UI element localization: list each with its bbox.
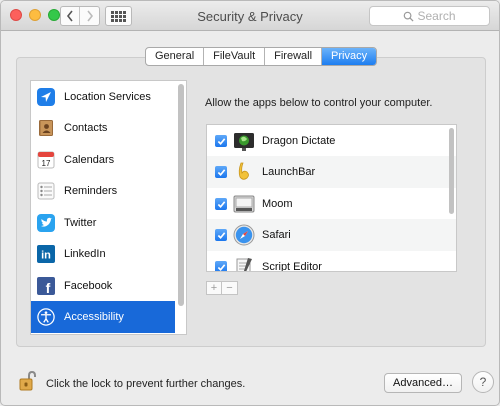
sidebar-item-twitter[interactable]: Twitter <box>31 207 175 239</box>
app-name: Script Editor <box>262 261 322 272</box>
app-checkbox[interactable] <box>215 135 227 147</box>
checkmark-icon <box>217 200 225 208</box>
app-row-moom[interactable]: Moom <box>207 188 456 220</box>
accessibility-icon <box>37 308 55 326</box>
tab-firewall[interactable]: Firewall <box>265 48 323 65</box>
app-name: Moom <box>262 198 293 210</box>
accessibility-prompt: Allow the apps below to control your com… <box>205 97 433 109</box>
search-field[interactable]: Search <box>369 6 490 26</box>
sidebar-item-accessibility[interactable]: Accessibility <box>31 301 175 333</box>
app-list: Dragon Dictate LaunchBar Moom Safari Scr… <box>206 124 457 272</box>
sidebar-item-label: LinkedIn <box>64 248 106 260</box>
twitter-bird-icon <box>37 214 55 232</box>
app-checkbox[interactable] <box>215 198 227 210</box>
search-icon <box>404 11 415 22</box>
app-name: LaunchBar <box>262 166 316 178</box>
sidebar-item-label: Calendars <box>64 154 115 166</box>
sidebar-item-reminders[interactable]: Reminders <box>31 175 175 207</box>
lock-instruction: Click the lock to prevent further change… <box>46 378 246 390</box>
sidebar-item-facebook[interactable]: f Facebook <box>31 270 175 302</box>
app-row-launchbar[interactable]: LaunchBar <box>207 156 456 188</box>
sidebar-item-calendars[interactable]: 17 Calendars <box>31 144 175 176</box>
sidebar-item-label: Accessibility <box>64 311 124 323</box>
privacy-category-list: Location Services Contacts 17 Calendars … <box>30 80 187 335</box>
checkmark-icon <box>217 137 225 145</box>
svg-text:in: in <box>41 250 51 262</box>
app-name: Dragon Dictate <box>262 135 336 147</box>
add-remove-control: + − <box>206 281 238 295</box>
tab-general[interactable]: General <box>146 48 205 65</box>
safari-compass-icon <box>233 224 255 246</box>
help-button[interactable]: ? <box>472 371 494 393</box>
sidebar-item-label: Contacts <box>64 122 108 134</box>
app-checkbox[interactable] <box>215 166 227 178</box>
sidebar-item-label: Reminders <box>64 185 118 197</box>
app-checkbox[interactable] <box>215 261 227 271</box>
title-bar: Security & Privacy Search <box>1 1 499 31</box>
checkmark-icon <box>217 168 225 176</box>
tab-bar: General FileVault Firewall Privacy <box>145 47 378 66</box>
reminders-list-icon <box>37 182 55 200</box>
svg-text:f: f <box>46 280 51 295</box>
calendar-icon: 17 <box>37 151 55 169</box>
facebook-icon: f <box>37 277 55 295</box>
app-row-dragon-dictate[interactable]: Dragon Dictate <box>207 125 456 157</box>
advanced-button[interactable]: Advanced… <box>384 373 462 393</box>
checkmark-icon <box>217 263 225 271</box>
launchbar-icon <box>233 161 255 183</box>
sidebar-item-label: Location Services <box>64 91 151 103</box>
sidebar-item-contacts[interactable]: Contacts <box>31 112 175 144</box>
sidebar-item-label: Twitter <box>64 217 97 229</box>
tab-filevault[interactable]: FileVault <box>204 48 266 65</box>
sidebar-item-location-services[interactable]: Location Services <box>31 81 175 113</box>
location-arrow-icon <box>37 88 55 106</box>
contacts-book-icon <box>37 119 55 137</box>
linkedin-icon: in <box>37 245 55 263</box>
sidebar-scrollbar[interactable] <box>178 84 184 306</box>
app-checkbox[interactable] <box>215 229 227 241</box>
app-row-script-editor[interactable]: Script Editor <box>207 251 456 272</box>
tab-privacy[interactable]: Privacy <box>322 48 377 65</box>
add-app-button[interactable]: + <box>207 282 222 294</box>
remove-app-button[interactable]: − <box>222 282 237 294</box>
svg-text:17: 17 <box>42 159 51 168</box>
app-row-safari[interactable]: Safari <box>207 219 456 251</box>
sidebar-item-label: Facebook <box>64 280 113 292</box>
app-name: Safari <box>262 229 291 241</box>
search-placeholder: Search <box>417 9 456 23</box>
sidebar-item-linkedin[interactable]: in LinkedIn <box>31 238 175 270</box>
app-list-scrollbar[interactable] <box>449 128 454 214</box>
dragon-dictate-icon <box>233 130 255 152</box>
unlocked-padlock-icon[interactable] <box>19 370 37 392</box>
checkmark-icon <box>217 231 225 239</box>
script-editor-icon <box>233 256 255 271</box>
moom-icon <box>233 193 255 215</box>
security-privacy-window: Security & Privacy Search General FileVa… <box>0 0 500 406</box>
